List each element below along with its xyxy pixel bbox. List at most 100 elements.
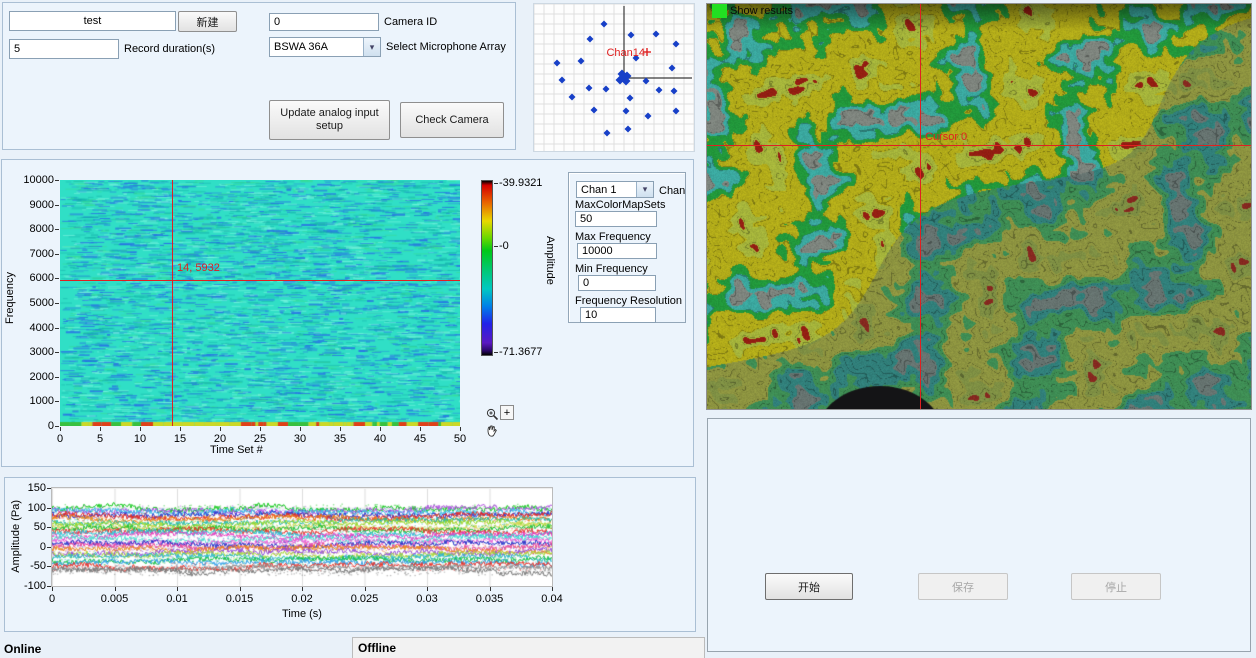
tick-label [300, 427, 301, 431]
maxcolormap-input[interactable] [575, 211, 657, 227]
tick-label: 8000 [10, 223, 54, 235]
channel-label: Chan [659, 185, 685, 197]
waveform-xlabel: Time (s) [252, 608, 352, 620]
camera-cursor-label: Cursor 0 [925, 131, 967, 143]
tick-label: 3000 [10, 346, 54, 358]
camera-id-input[interactable] [269, 13, 379, 31]
channel-select[interactable]: Chan 1 ▾ [576, 181, 654, 198]
tick-label [490, 587, 491, 591]
tick-label: 45 [405, 433, 435, 445]
acoustic-camera-app: 新建 Record duration(s) Camera ID BSWA 36A… [0, 0, 1256, 658]
tick-label: 10 [125, 433, 155, 445]
tick-label [55, 426, 59, 427]
tick-label: 2000 [10, 371, 54, 383]
min-frequency-input[interactable] [578, 275, 656, 291]
cursor-tool-icon[interactable]: + [500, 405, 514, 420]
frequency-resolution-label: Frequency Resolution [575, 295, 682, 307]
tab-offline-label: Offline [358, 641, 396, 655]
tick-label [55, 303, 59, 304]
chevron-down-icon[interactable]: ▾ [636, 182, 653, 197]
tick-label: 15 [165, 433, 195, 445]
colorbar-min-tick: -71.3677 [499, 346, 542, 358]
tick-label: -100 [4, 580, 46, 592]
colorbar-label: Amplitude [544, 236, 556, 285]
tick-label [340, 427, 341, 431]
min-frequency-label: Min Frequency [575, 263, 648, 275]
colorbar-mid-tick: -0 [499, 240, 509, 252]
camera-cursor-vline[interactable] [920, 4, 921, 409]
spectrogram-xlabel: Time Set # [210, 444, 263, 456]
tick-label: 50 [4, 521, 46, 533]
save-button[interactable]: 保存 [918, 573, 1008, 600]
tick-label [55, 180, 59, 181]
color-scale [481, 180, 493, 356]
record-duration-label: Record duration(s) [124, 43, 215, 55]
tick-label: 0 [4, 541, 46, 553]
mic-array-label: Select Microphone Array [386, 41, 506, 53]
camera-cursor-hline[interactable] [707, 145, 1251, 146]
tick-label [47, 586, 51, 587]
tick-label: 0.025 [345, 593, 385, 605]
tick-label [55, 229, 59, 230]
tick-label [52, 587, 53, 591]
tick-label [240, 587, 241, 591]
tick-label [100, 427, 101, 431]
maxcolormap-label: MaxColorMapSets [575, 199, 665, 211]
tick-label [220, 427, 221, 431]
camera-acoustic-image[interactable] [707, 4, 1251, 409]
tick-label [380, 427, 381, 431]
tick-label: 0.035 [470, 593, 510, 605]
waveform-plot[interactable] [52, 488, 552, 586]
tick-label: 10000 [10, 174, 54, 186]
frequency-resolution-input[interactable] [580, 307, 656, 323]
pan-tool-icon[interactable] [485, 424, 498, 438]
update-analog-input-button[interactable]: Update analog input setup [269, 100, 390, 140]
tick-label [47, 566, 51, 567]
spectrogram-cursor-hline[interactable] [60, 280, 460, 281]
new-button[interactable]: 新建 [178, 11, 237, 32]
tick-label [260, 427, 261, 431]
start-button[interactable]: 开始 [765, 573, 853, 600]
zoom-tool-icon[interactable] [485, 407, 499, 421]
chevron-down-icon[interactable]: ▾ [363, 38, 380, 56]
tick-label: 0.04 [532, 593, 572, 605]
tick-label: 150 [4, 482, 46, 494]
tick-label [302, 587, 303, 591]
tick-label: 0.03 [407, 593, 447, 605]
colorbar-max-tick: -39.9321 [499, 177, 542, 189]
tick-label [47, 508, 51, 509]
record-duration-input[interactable] [9, 39, 119, 59]
tick-label [55, 205, 59, 206]
channel-select-value: Chan 1 [577, 184, 636, 196]
tick-label [140, 427, 141, 431]
test-name-input[interactable] [9, 11, 176, 31]
tick-label: 5 [85, 433, 115, 445]
tab-offline[interactable] [352, 637, 705, 658]
tick-label [55, 278, 59, 279]
show-results-indicator[interactable] [712, 4, 727, 18]
stop-button[interactable]: 停止 [1071, 573, 1161, 600]
tick-label: 35 [325, 433, 355, 445]
max-frequency-input[interactable] [577, 243, 657, 259]
mic-array-plot[interactable]: Chan14 [533, 3, 695, 152]
tick-label: 0.01 [157, 593, 197, 605]
tab-online[interactable]: Online [4, 642, 41, 656]
tick-label: 0.02 [282, 593, 322, 605]
tick-label: 9000 [10, 199, 54, 211]
show-results-label: Show results [730, 5, 793, 17]
tick-label: 25 [245, 433, 275, 445]
tick-label [55, 352, 59, 353]
spectrogram-cursor-vline[interactable] [172, 180, 173, 426]
tick-label: 0 [10, 420, 54, 432]
camera-id-label: Camera ID [384, 16, 437, 28]
actions-panel [707, 418, 1251, 652]
tick-label: 40 [365, 433, 395, 445]
tick-label: 50 [445, 433, 475, 445]
mic-array-select[interactable]: BSWA 36A ▾ [269, 37, 381, 57]
tick-label [365, 587, 366, 591]
tick-label: 0 [45, 433, 75, 445]
check-camera-button[interactable]: Check Camera [400, 102, 504, 138]
tick-label [47, 547, 51, 548]
tick-label [177, 587, 178, 591]
spectrogram-plot[interactable] [60, 180, 460, 426]
